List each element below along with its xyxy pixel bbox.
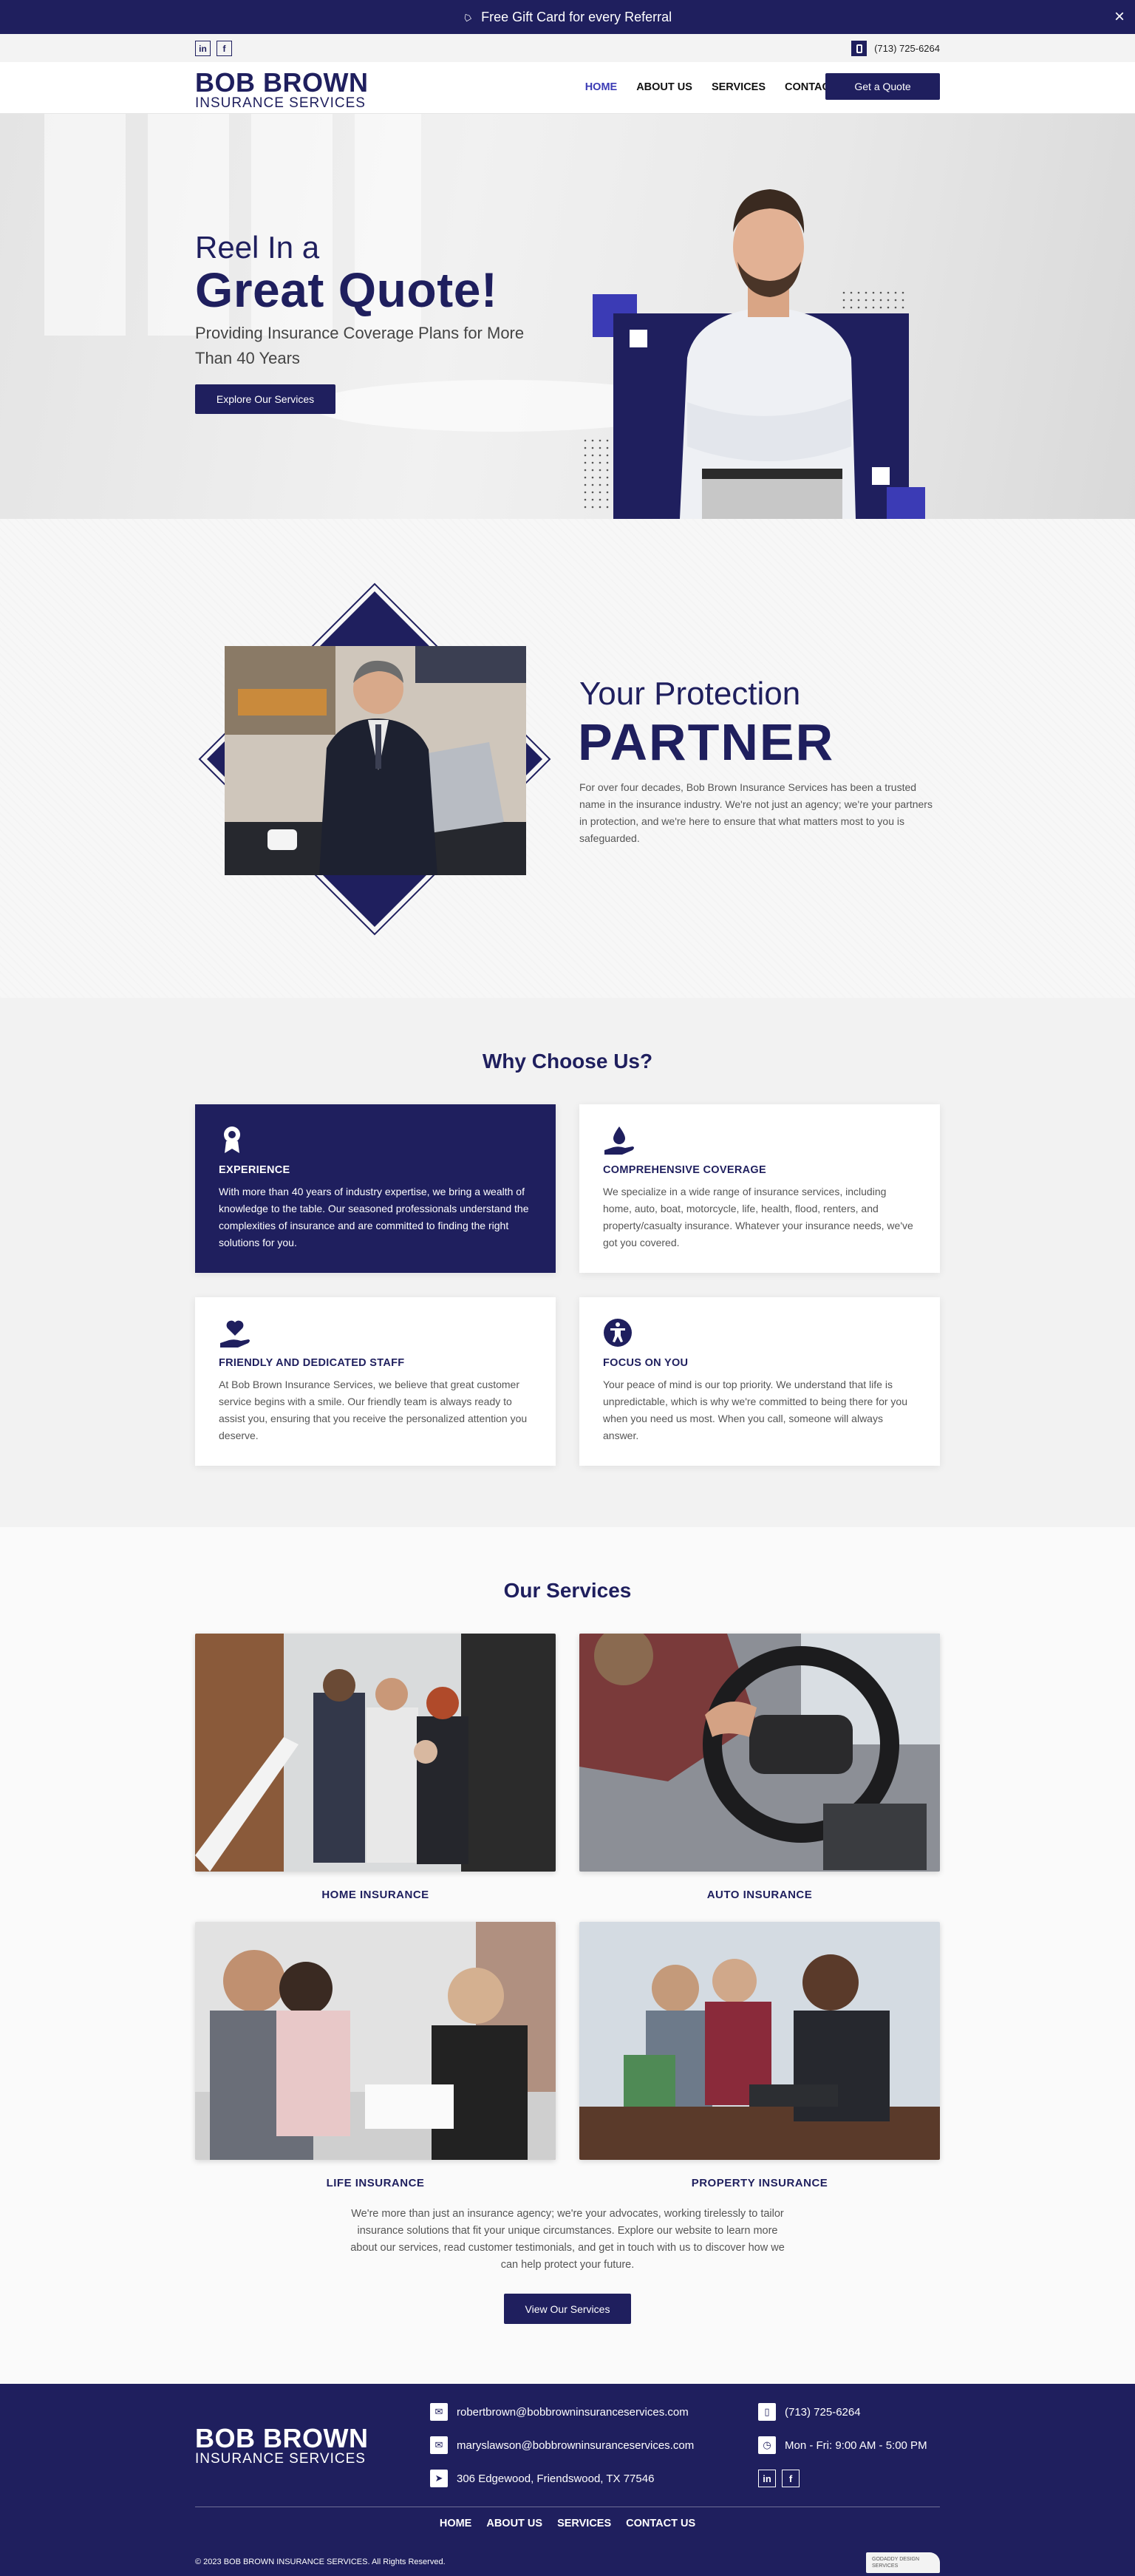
clock-icon: ◷ bbox=[758, 2436, 776, 2454]
utility-bar: in f (713) 725-6264 bbox=[0, 34, 1135, 62]
partner-title-line2: PARTNER bbox=[578, 713, 835, 771]
card-focus-on-you: FOCUS ON YOU Your peace of mind is our t… bbox=[579, 1297, 940, 1466]
partner-section: Your Protection PARTNER For over four de… bbox=[0, 519, 1135, 998]
card-comprehensive-coverage: COMPREHENSIVE COVERAGE We specialize in … bbox=[579, 1104, 940, 1273]
linkedin-icon[interactable]: in bbox=[758, 2470, 776, 2487]
card-title: EXPERIENCE bbox=[219, 1164, 290, 1176]
card-title: COMPREHENSIVE COVERAGE bbox=[603, 1164, 766, 1176]
service-home-insurance[interactable]: HOME INSURANCE bbox=[195, 1634, 556, 1901]
card-title: FRIENDLY AND DEDICATED STAFF bbox=[219, 1357, 405, 1369]
services-section: Our Services HOME INSURANCE AUTO INSURAN… bbox=[0, 1527, 1135, 2384]
announcement-bar: ⌂ Free Gift Card for every Referral × bbox=[0, 0, 1135, 34]
footer-email2[interactable]: ✉ maryslawson@bobbrowninsuranceservices.… bbox=[430, 2436, 694, 2454]
hand-heart-icon bbox=[220, 1320, 250, 1348]
site-header: BOB BROWN INSURANCE SERVICES HOME ABOUT … bbox=[0, 62, 1135, 114]
partner-description: For over four decades, Bob Brown Insuran… bbox=[579, 781, 933, 844]
why-choose-us-section: Why Choose Us? EXPERIENCE With more than… bbox=[0, 998, 1135, 1527]
footer-nav-services[interactable]: SERVICES bbox=[557, 2518, 611, 2529]
partner-photo-frame bbox=[198, 582, 551, 936]
footer-phone[interactable]: ▯ (713) 725-6264 bbox=[758, 2403, 861, 2421]
hero-headline: Great Quote! bbox=[195, 262, 498, 317]
service-life-insurance[interactable]: LIFE INSURANCE bbox=[195, 1922, 556, 2189]
close-icon[interactable]: × bbox=[1114, 7, 1125, 27]
envelope-icon: ✉ bbox=[430, 2436, 448, 2454]
card-experience: EXPERIENCE With more than 40 years of in… bbox=[195, 1104, 556, 1273]
footer-logo-line2: INSURANCE SERVICES bbox=[195, 2451, 366, 2467]
service-property-insurance[interactable]: PROPERTY INSURANCE bbox=[579, 1922, 940, 2189]
footer-nav: HOME ABOUT US SERVICES CONTACT US bbox=[0, 2518, 1135, 2529]
footer-phone-text: (713) 725-6264 bbox=[785, 2405, 861, 2419]
nav-about-us[interactable]: ABOUT US bbox=[636, 81, 692, 93]
card-text: At Bob Brown Insurance Services, we beli… bbox=[219, 1379, 528, 1441]
footer-email2-text: maryslawson@bobbrowninsuranceservices.co… bbox=[457, 2439, 695, 2452]
footer-email1-text: robertbrown@bobbrowninsuranceservices.co… bbox=[457, 2405, 689, 2419]
view-services-button[interactable]: View Our Services bbox=[504, 2294, 631, 2324]
main-nav: HOME ABOUT US SERVICES CONTACT US bbox=[585, 81, 854, 93]
footer-nav-home[interactable]: HOME bbox=[440, 2518, 472, 2529]
services-paragraph: We're more than just an insurance agency… bbox=[350, 2208, 785, 2271]
linkedin-icon[interactable]: in bbox=[195, 41, 211, 56]
tag-icon: ⌂ bbox=[460, 8, 474, 25]
hero-line1: Reel In a bbox=[195, 230, 320, 265]
nav-home[interactable]: HOME bbox=[585, 81, 618, 93]
hand-drop-icon bbox=[604, 1126, 634, 1155]
logo-line1: BOB BROWN bbox=[195, 67, 369, 98]
hero-subtitle: Providing Insurance Coverage Plans for M… bbox=[195, 324, 525, 367]
hero-section: Reel In a Great Quote! Providing Insuran… bbox=[0, 114, 1135, 519]
auto-insurance-photo bbox=[579, 1626, 940, 1872]
footer-nav-about-us[interactable]: ABOUT US bbox=[486, 2518, 542, 2529]
logo-line2: INSURANCE SERVICES bbox=[195, 95, 366, 111]
site-logo[interactable]: BOB BROWN INSURANCE SERVICES bbox=[195, 69, 368, 111]
explore-services-button[interactable]: Explore Our Services bbox=[195, 384, 335, 414]
footer-email1[interactable]: ✉ robertbrown@bobbrowninsuranceservices.… bbox=[430, 2403, 689, 2421]
card-text: With more than 40 years of industry expe… bbox=[219, 1186, 529, 1248]
footer-address-text: 306 Edgewood, Friendswood, TX 77546 bbox=[457, 2472, 655, 2485]
footer-nav-contact-us[interactable]: CONTACT US bbox=[626, 2518, 695, 2529]
property-insurance-photo bbox=[579, 1922, 940, 2160]
footer-logo[interactable]: BOB BROWN INSURANCE SERVICES bbox=[195, 2425, 368, 2467]
announcement-text: Free Gift Card for every Referral bbox=[481, 9, 672, 24]
footer-hours-text: Mon - Fri: 9:00 AM - 5:00 PM bbox=[785, 2439, 927, 2452]
card-text: Your peace of mind is our top priority. … bbox=[603, 1379, 907, 1441]
footer-address[interactable]: ➤ 306 Edgewood, Friendswood, TX 77546 bbox=[430, 2470, 654, 2487]
facebook-icon[interactable]: f bbox=[782, 2470, 800, 2487]
get-a-quote-button[interactable]: Get a Quote bbox=[825, 73, 940, 100]
service-label[interactable]: AUTO INSURANCE bbox=[579, 1889, 940, 1901]
why-title: Why Choose Us? bbox=[482, 1050, 653, 1073]
footer-social: in f bbox=[758, 2470, 800, 2487]
service-label[interactable]: HOME INSURANCE bbox=[195, 1889, 556, 1901]
service-label[interactable]: PROPERTY INSURANCE bbox=[579, 2177, 940, 2189]
footer-logo-line1: BOB BROWN bbox=[195, 2423, 369, 2453]
godaddy-badge[interactable]: GODADDY DESIGN SERVICES bbox=[866, 2552, 940, 2573]
partner-title-line1: Your Protection bbox=[579, 676, 801, 712]
hero-man-photo bbox=[584, 189, 925, 519]
award-icon bbox=[224, 1126, 240, 1153]
services-title: Our Services bbox=[503, 1579, 632, 1602]
envelope-icon: ✉ bbox=[430, 2403, 448, 2421]
phone-icon bbox=[851, 41, 868, 56]
home-insurance-photo bbox=[195, 1634, 556, 1872]
copyright-text: © 2023 BOB BROWN INSURANCE SERVICES. All… bbox=[195, 2558, 446, 2566]
accessibility-icon bbox=[604, 1319, 632, 1347]
utility-phone[interactable]: (713) 725-6264 bbox=[851, 41, 940, 56]
service-label[interactable]: LIFE INSURANCE bbox=[195, 2177, 556, 2189]
location-arrow-icon: ➤ bbox=[430, 2470, 448, 2487]
site-footer: BOB BROWN INSURANCE SERVICES ✉ robertbro… bbox=[0, 2384, 1135, 2576]
nav-services[interactable]: SERVICES bbox=[712, 81, 766, 93]
card-title: FOCUS ON YOU bbox=[603, 1357, 689, 1369]
hero-bg-window bbox=[44, 114, 126, 336]
utility-phone-text: (713) 725-6264 bbox=[874, 43, 940, 54]
facebook-icon[interactable]: f bbox=[217, 41, 232, 56]
social-links: in f bbox=[195, 41, 232, 56]
card-friendly-staff: FRIENDLY AND DEDICATED STAFF At Bob Brow… bbox=[195, 1297, 556, 1466]
life-insurance-photo bbox=[195, 1922, 556, 2160]
footer-hours: ◷ Mon - Fri: 9:00 AM - 5:00 PM bbox=[758, 2436, 927, 2454]
service-auto-insurance[interactable]: AUTO INSURANCE bbox=[579, 1626, 940, 1901]
card-text: We specialize in a wide range of insuran… bbox=[603, 1186, 913, 1248]
phone-icon: ▯ bbox=[758, 2403, 776, 2421]
